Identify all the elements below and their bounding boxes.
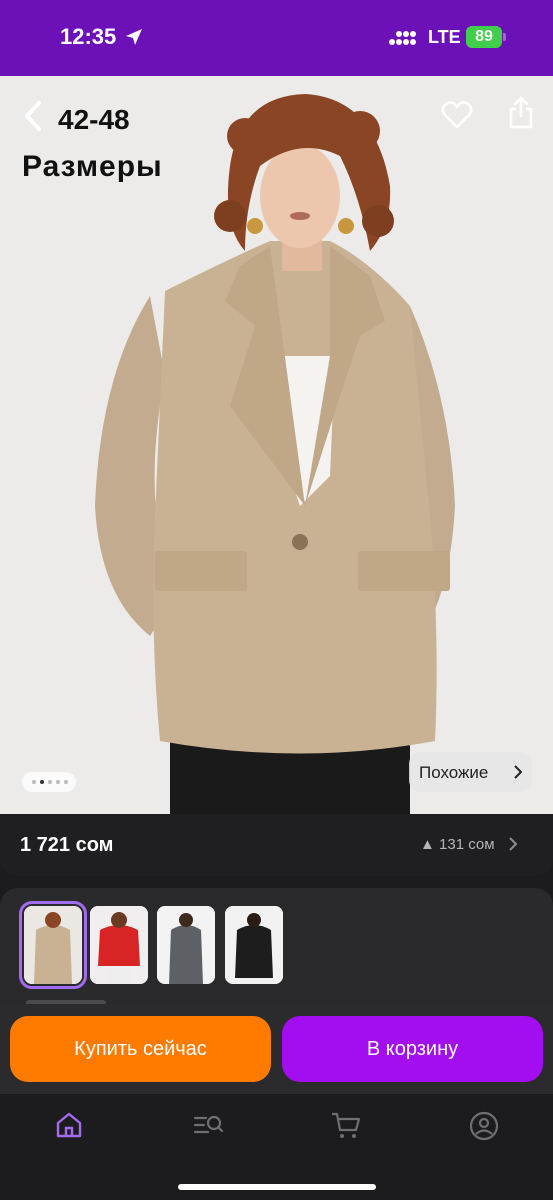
battery-cap bbox=[503, 33, 506, 41]
carousel-dot-active bbox=[40, 780, 44, 784]
cart-icon[interactable] bbox=[330, 1110, 362, 1140]
add-to-cart-button[interactable]: В корзину bbox=[282, 1016, 543, 1082]
size-label-text: Размеры bbox=[22, 150, 163, 183]
carousel-dot bbox=[56, 780, 60, 784]
profile-icon[interactable] bbox=[468, 1110, 500, 1142]
tab-bar bbox=[0, 1094, 553, 1200]
variant-thumb-grey[interactable] bbox=[157, 906, 215, 984]
network-label: LTE bbox=[428, 27, 461, 47]
product-photo bbox=[0, 76, 553, 814]
heart-icon[interactable] bbox=[441, 100, 473, 130]
price-current: 1 721 сом bbox=[20, 834, 114, 856]
chevron-right-icon bbox=[514, 765, 522, 779]
variant-image bbox=[157, 906, 215, 984]
carousel-indicator bbox=[22, 772, 76, 792]
home-indicator bbox=[178, 1184, 376, 1190]
buy-now-button[interactable]: Купить сейчас bbox=[10, 1016, 271, 1082]
carousel-dot bbox=[64, 780, 68, 784]
similar-button[interactable]: Похожие bbox=[409, 752, 532, 792]
carousel-dot bbox=[32, 780, 36, 784]
signal-icon bbox=[389, 31, 416, 45]
size-range-text: 42-48 bbox=[58, 104, 130, 135]
product-image-carousel[interactable]: 42-48 Размеры Похожие bbox=[0, 76, 553, 814]
share-icon[interactable] bbox=[507, 96, 535, 130]
variant-thumb-red[interactable] bbox=[90, 906, 148, 984]
clock: 12:35 bbox=[60, 24, 117, 49]
battery-icon: 89 bbox=[466, 26, 502, 48]
search-list-icon[interactable] bbox=[192, 1110, 224, 1140]
back-chevron-icon[interactable] bbox=[22, 100, 44, 132]
carousel-dot bbox=[48, 780, 52, 784]
price-change[interactable]: ▲ 131 сом bbox=[420, 836, 495, 853]
location-arrow-icon bbox=[126, 29, 142, 45]
variant-image bbox=[90, 906, 148, 984]
action-bar: Купить сейчас В корзину bbox=[0, 1004, 553, 1094]
variant-thumb-beige[interactable] bbox=[19, 901, 87, 989]
variant-image bbox=[24, 906, 82, 984]
price-bar: 1 721 сом ▲ 131 сом bbox=[0, 814, 553, 876]
home-icon[interactable] bbox=[54, 1110, 84, 1140]
chevron-right-icon[interactable] bbox=[508, 836, 518, 852]
status-bar: 12:35 LTE 89 bbox=[0, 0, 553, 76]
variant-thumb-black[interactable] bbox=[225, 906, 283, 984]
variant-image bbox=[225, 906, 283, 984]
similar-label: Похожие bbox=[419, 763, 489, 782]
